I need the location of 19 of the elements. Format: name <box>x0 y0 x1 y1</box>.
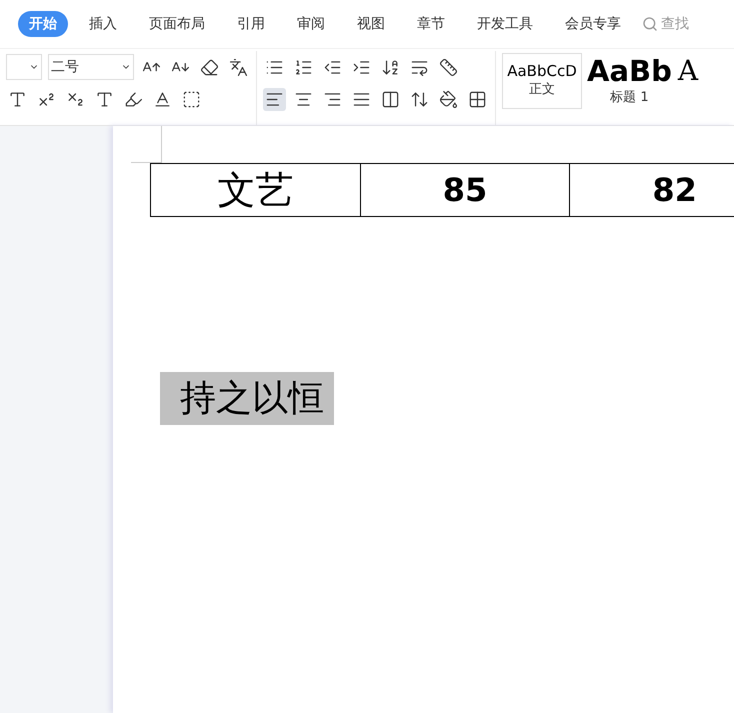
ribbon-tab[interactable]: 页面布局 <box>138 11 216 37</box>
margin-corner-mark <box>131 126 162 163</box>
align-left-icon[interactable] <box>263 88 286 110</box>
ribbon-tab[interactable]: 开发工具 <box>466 11 544 37</box>
ribbon-tab[interactable]: 引用 <box>226 11 276 37</box>
style-preset[interactable]: AaBb 标题 1 <box>586 53 673 109</box>
ribbon-tab[interactable]: 视图 <box>346 11 396 37</box>
font-size-dropdown[interactable]: 二号 <box>48 54 134 80</box>
highlighted-text: 持之以恒 <box>160 372 334 425</box>
table-cell: 85 <box>360 164 570 216</box>
search-icon <box>642 16 658 32</box>
table-cell: 82 <box>570 164 734 216</box>
style-preset[interactable]: AaBbCcD 正文 <box>502 53 582 109</box>
ribbon-tab[interactable]: 插入 <box>78 11 128 37</box>
ribbon-tab[interactable]: 会员专享 <box>554 11 632 37</box>
table-cell: 文艺 <box>150 164 360 216</box>
ribbon-tab[interactable]: 章节 <box>406 11 456 37</box>
style-preset[interactable]: A <box>676 53 700 109</box>
ribbon-tab[interactable]: 审阅 <box>286 11 336 37</box>
